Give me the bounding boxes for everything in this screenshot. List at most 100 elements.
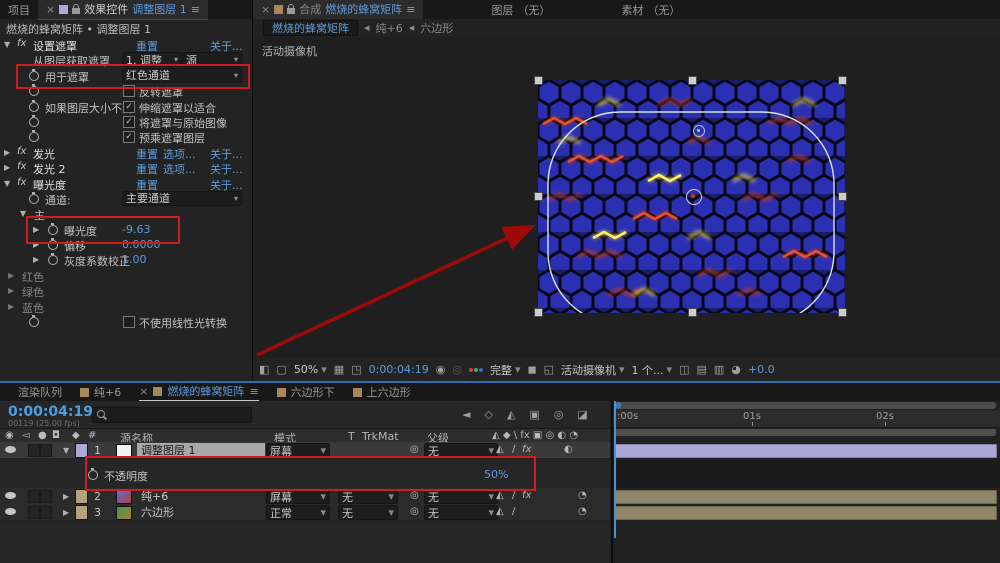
time-ruler[interactable]: :00s 01s 02s xyxy=(613,410,1000,428)
quality-slash-switch[interactable]: / xyxy=(512,444,515,455)
selection-handle[interactable] xyxy=(838,192,847,201)
gamma-value[interactable]: 1.00 xyxy=(122,253,147,266)
close-icon[interactable]: × xyxy=(139,385,148,398)
eye-icon[interactable] xyxy=(5,492,16,499)
fx-switch[interactable]: fx xyxy=(522,490,531,501)
solo-cell[interactable] xyxy=(40,444,52,457)
label-color-swatch[interactable] xyxy=(75,505,88,520)
camera-dropdown[interactable]: 活动摄像机 ▾ xyxy=(561,362,625,378)
hide-shy-icon[interactable]: ◭ xyxy=(507,408,515,421)
quality-slash-switch[interactable]: / xyxy=(512,490,515,501)
tab-active-comp[interactable]: × 燃烧的蜂窝矩阵 ≡ xyxy=(139,382,259,402)
nav-hex-label[interactable]: 六边形 xyxy=(420,20,453,36)
mini-flowchart-icon[interactable]: ◄ xyxy=(462,408,470,421)
3d-layer-switch[interactable]: ◔ xyxy=(578,490,587,501)
nav-solid-label[interactable]: 纯+6 xyxy=(376,20,403,36)
trkmat-dropdown[interactable]: 无 ▾ xyxy=(338,505,398,520)
parent-dropdown[interactable]: 无 ▾ xyxy=(424,505,498,520)
expand-triangle-icon[interactable]: ▶ xyxy=(8,302,14,311)
expand-triangle-icon[interactable]: ▶ xyxy=(8,286,14,295)
grid-guides-icon[interactable]: ▦ xyxy=(334,363,344,376)
stopwatch-icon[interactable] xyxy=(29,130,39,143)
eye-icon[interactable] xyxy=(5,446,16,453)
transparency-grid-icon[interactable]: ◱ xyxy=(544,363,554,376)
current-timecode[interactable]: 0:00:04:19 xyxy=(8,404,93,420)
always-preview-icon[interactable]: ◧ xyxy=(259,363,269,376)
timeline-button-icon[interactable]: ▤ xyxy=(696,363,706,376)
region-of-interest-icon[interactable]: ◳ xyxy=(351,363,361,376)
work-area-bar[interactable] xyxy=(615,429,996,436)
honeycomb-footage[interactable] xyxy=(534,76,847,325)
3d-layer-switch[interactable]: ◔ xyxy=(578,506,587,517)
show-channels-icon[interactable] xyxy=(468,367,483,372)
expand-triangle-icon[interactable]: ▶ xyxy=(33,255,39,264)
selection-handle[interactable] xyxy=(838,308,847,317)
unlock-icon[interactable] xyxy=(72,3,81,14)
stopwatch-icon[interactable] xyxy=(29,191,39,204)
collapse-triangle-icon[interactable]: ▼ xyxy=(63,446,69,455)
layer-name[interactable]: 调整图层 1 xyxy=(137,443,265,457)
quality-switch[interactable]: ◭ xyxy=(496,490,504,501)
layer-row-3[interactable]: ▶ 3 六边形 正常 ▾ 无 ▾ ◎ 无 ▾ ◭ / ◔ xyxy=(0,504,610,521)
tab-solid-comp[interactable]: 纯+6 xyxy=(80,383,121,401)
pixel-aspect-icon[interactable]: ◫ xyxy=(679,363,689,376)
panel-menu-icon[interactable]: ≡ xyxy=(249,385,258,398)
eye-icon[interactable] xyxy=(5,508,16,515)
snapshot-icon[interactable]: ◉ xyxy=(436,363,446,376)
resolution-dropdown[interactable]: 完整 ▾ xyxy=(490,362,521,378)
stopwatch-icon[interactable] xyxy=(29,315,39,328)
fx-badge-icon[interactable]: fx xyxy=(17,161,26,172)
stopwatch-icon[interactable] xyxy=(29,114,39,127)
collapse-triangle-icon[interactable]: ▼ xyxy=(4,179,10,188)
layer-name[interactable]: 六边形 xyxy=(137,505,265,519)
selection-handle[interactable] xyxy=(534,76,543,85)
panel-menu-icon[interactable]: ≡ xyxy=(406,3,415,16)
fast-previews-icon[interactable]: ◼ xyxy=(527,363,536,376)
audio-cell[interactable] xyxy=(28,506,40,519)
collapse-triangle-icon[interactable]: ▼ xyxy=(4,40,10,49)
view-layout-dropdown[interactable]: 1 个... ▾ xyxy=(632,362,673,378)
expand-triangle-icon[interactable]: ▶ xyxy=(4,148,10,157)
mode-dropdown[interactable]: 屏幕 ▾ xyxy=(266,489,330,504)
fx-badge-icon[interactable]: fx xyxy=(17,177,26,188)
audio-cell[interactable] xyxy=(28,490,40,503)
tab-hex-down-comp[interactable]: 六边形下 xyxy=(276,383,335,401)
stopwatch-icon[interactable] xyxy=(48,253,58,266)
composite-matte-checkbox[interactable]: ✓ xyxy=(123,115,135,128)
layer-bar-adjustment[interactable] xyxy=(615,444,997,458)
fx-switch[interactable]: fx xyxy=(522,444,531,455)
show-snapshot-icon[interactable]: ◎ xyxy=(452,363,462,376)
selection-handle[interactable] xyxy=(838,76,847,85)
tab-hex-up-comp[interactable]: 上六边形 xyxy=(352,383,411,401)
tab-composition[interactable]: × 合成 燃烧的蜂窝矩阵 ≡ xyxy=(253,0,424,20)
expand-triangle-icon[interactable]: ▶ xyxy=(4,163,10,172)
tab-footage[interactable]: 素材 （无） xyxy=(613,0,688,19)
layer-bar-solid[interactable] xyxy=(615,490,997,504)
selection-handle[interactable] xyxy=(688,308,697,317)
motion-blur-icon[interactable]: ◎ xyxy=(554,408,564,421)
anchor-point[interactable] xyxy=(686,189,702,205)
quality-switch[interactable]: ◭ xyxy=(496,444,504,455)
solo-cell[interactable] xyxy=(40,490,52,503)
draft-3d-icon[interactable]: ◇ xyxy=(484,408,492,421)
exposure-adjust-value[interactable]: +0.0 xyxy=(748,363,775,376)
quality-slash-switch[interactable]: / xyxy=(512,506,515,517)
expand-triangle-icon[interactable]: ▶ xyxy=(8,271,14,280)
search-input[interactable] xyxy=(92,407,252,423)
channels-dropdown[interactable]: 主要通道 ▾ xyxy=(122,190,242,206)
stretch-matte-checkbox[interactable]: ✓ xyxy=(123,100,135,113)
time-navigator-bar[interactable] xyxy=(615,402,996,409)
mode-dropdown[interactable]: 正常 ▾ xyxy=(266,505,330,520)
selection-handle[interactable] xyxy=(688,76,697,85)
parent-pickwhip-icon[interactable]: ◎ xyxy=(410,490,419,501)
unlock-icon[interactable] xyxy=(287,3,296,14)
premultiply-checkbox[interactable]: ✓ xyxy=(123,131,135,144)
comp-flowchart-icon[interactable]: ▥ xyxy=(714,363,724,376)
panel-menu-icon[interactable]: ≡ xyxy=(191,3,200,16)
magnification-dropdown[interactable]: 50% ▾ xyxy=(294,363,327,376)
layer-bar-hex[interactable] xyxy=(615,506,997,520)
frame-blend-icon[interactable]: ▣ xyxy=(529,408,539,421)
selection-handle[interactable] xyxy=(534,308,543,317)
composition-viewer[interactable]: 活动摄像机 xyxy=(253,37,1000,358)
adjustment-layer-switch[interactable]: ◐ xyxy=(564,444,573,455)
